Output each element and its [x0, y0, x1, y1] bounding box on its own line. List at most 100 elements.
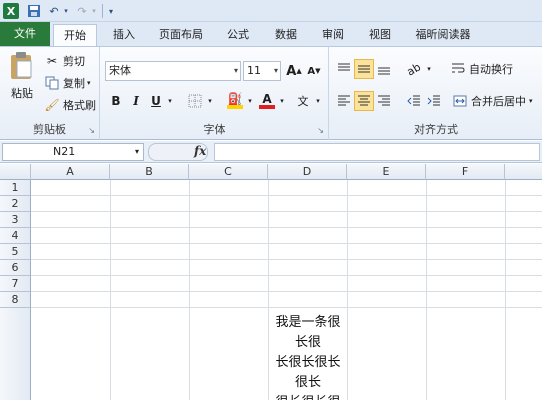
row-header[interactable]: 8: [0, 292, 31, 308]
merge-cells-icon: [452, 93, 468, 109]
alignment-group: ab ▾ 自动换行 合并后居中 ▾ 对齐方式: [330, 47, 542, 140]
insert-function-icon[interactable]: fx: [194, 144, 206, 158]
align-left-icon: [338, 95, 350, 106]
name-box[interactable]: N21 ▾: [2, 143, 144, 161]
cut-button[interactable]: ✂ 剪切: [44, 53, 85, 69]
row-header[interactable]: 5: [0, 244, 31, 260]
customize-qa-icon[interactable]: ▾: [106, 3, 116, 19]
align-top-button[interactable]: [334, 59, 354, 79]
undo-dropdown-icon[interactable]: ▾: [62, 3, 70, 19]
format-painter-label: 格式刷: [63, 99, 96, 112]
column-header[interactable]: [505, 164, 542, 180]
merge-center-button[interactable]: 合并后居中 ▾: [452, 93, 533, 109]
tab-view[interactable]: 视图: [360, 24, 400, 46]
tab-data[interactable]: 数据: [266, 24, 306, 46]
column-header[interactable]: B: [110, 164, 189, 180]
align-top-icon: [338, 63, 350, 71]
font-name-combo[interactable]: 宋体 ▾: [105, 61, 241, 81]
redo-dropdown-icon[interactable]: ▾: [90, 3, 98, 19]
font-size-value: 11: [247, 64, 261, 77]
paste-icon: [11, 52, 32, 79]
tab-review[interactable]: 审阅: [313, 24, 353, 46]
redo-icon[interactable]: ↷: [74, 3, 90, 19]
column-header[interactable]: A: [31, 164, 110, 180]
align-bottom-icon: [378, 67, 390, 75]
paint-bucket-icon: ⛽: [227, 92, 243, 106]
fill-color-button[interactable]: ⛽: [225, 91, 245, 111]
save-icon[interactable]: [26, 3, 42, 19]
row-header[interactable]: 2: [0, 196, 31, 212]
chevron-down-icon: ▾: [273, 66, 278, 75]
tab-insert[interactable]: 插入: [104, 24, 144, 46]
increase-indent-button[interactable]: [424, 91, 444, 111]
row-header[interactable]: 7: [0, 276, 31, 292]
border-button[interactable]: [185, 91, 205, 111]
tab-foxit-reader[interactable]: 福昕阅读器: [408, 24, 478, 46]
alignment-group-title: 对齐方式: [414, 123, 458, 136]
formula-bar: N21 ▾ fx: [0, 141, 542, 163]
align-center-button[interactable]: [354, 91, 374, 111]
excel-logo: X: [3, 3, 19, 19]
worksheet-grid[interactable]: A B C D E F 1 2 3 4 5 6 7 8 我是一条很 长很 长很长…: [0, 164, 542, 400]
grow-font-button[interactable]: A ▲: [285, 61, 303, 81]
underline-button[interactable]: U: [147, 91, 165, 111]
tab-page-layout[interactable]: 页面布局: [152, 24, 210, 46]
tab-formulas[interactable]: 公式: [218, 24, 258, 46]
column-header[interactable]: F: [426, 164, 505, 180]
italic-button[interactable]: I: [127, 91, 145, 111]
phonetic-dropdown-icon[interactable]: ▾: [313, 91, 323, 111]
orientation-dropdown-icon[interactable]: ▾: [424, 59, 434, 79]
row-header[interactable]: 4: [0, 228, 31, 244]
align-middle-icon: [358, 65, 370, 73]
clipboard-group: 粘贴 ✂ 剪切 复制 ▾ 🖌 格式刷 剪贴板 ↘: [0, 47, 100, 140]
tab-home[interactable]: 开始: [53, 24, 97, 46]
decrease-indent-button[interactable]: [404, 91, 424, 111]
select-all-corner[interactable]: [0, 164, 31, 180]
format-painter-button[interactable]: 🖌 格式刷: [44, 97, 96, 113]
align-left-button[interactable]: [334, 91, 354, 111]
undo-icon[interactable]: ↶: [46, 3, 62, 19]
column-header[interactable]: D: [268, 164, 347, 180]
copy-label: 复制: [63, 77, 85, 90]
tab-file[interactable]: 文件: [0, 22, 50, 46]
formula-input[interactable]: [214, 143, 540, 161]
column-header[interactable]: C: [189, 164, 268, 180]
align-bottom-button[interactable]: [374, 59, 394, 79]
wrap-text-icon: [450, 61, 466, 77]
font-group: 宋体 ▾ 11 ▾ A ▲ A ▼ B I U ▾ ▾ ⛽ ▾ A ▾ 文 ▾ 字体: [101, 47, 329, 140]
orientation-button[interactable]: ab: [404, 59, 424, 79]
font-color-dropdown-icon[interactable]: ▾: [277, 91, 287, 111]
border-dropdown-icon[interactable]: ▾: [205, 91, 215, 111]
underline-dropdown-icon[interactable]: ▾: [165, 91, 175, 111]
paste-button[interactable]: 粘贴: [6, 51, 38, 111]
increase-indent-icon: [427, 95, 440, 106]
column-header[interactable]: E: [347, 164, 426, 180]
chevron-down-icon: ▾: [134, 147, 139, 156]
font-size-combo[interactable]: 11 ▾: [243, 61, 281, 81]
merge-dropdown-icon[interactable]: ▾: [529, 97, 533, 105]
align-right-button[interactable]: [374, 91, 394, 111]
row-header[interactable]: 3: [0, 212, 31, 228]
phonetic-button[interactable]: 文: [293, 91, 313, 111]
row-header[interactable]: 6: [0, 260, 31, 276]
font-color-button[interactable]: A: [257, 91, 277, 111]
paintbrush-icon: 🖌: [44, 98, 60, 112]
font-launcher-icon[interactable]: ↘: [317, 126, 324, 135]
fill-color-dropdown-icon[interactable]: ▾: [245, 91, 255, 111]
align-center-icon: [358, 95, 370, 106]
cell-d8-text[interactable]: 我是一条很 长很 长很长很长 很长 很长很长很: [268, 313, 348, 400]
wrap-text-label: 自动换行: [469, 63, 513, 76]
align-right-icon: [378, 95, 390, 106]
bold-button[interactable]: B: [107, 91, 125, 111]
shrink-font-button[interactable]: A ▼: [305, 61, 323, 81]
copy-icon: [44, 75, 60, 91]
wrap-text-button[interactable]: 自动换行: [450, 61, 513, 77]
row-header[interactable]: 1: [0, 180, 31, 196]
clipboard-launcher-icon[interactable]: ↘: [88, 126, 95, 135]
ribbon: 粘贴 ✂ 剪切 复制 ▾ 🖌 格式刷 剪贴板 ↘ 宋体 ▾ 11 ▾ A ▲ A…: [0, 46, 542, 140]
align-middle-button[interactable]: [354, 59, 374, 79]
paste-label: 粘贴: [11, 87, 33, 100]
copy-button[interactable]: 复制 ▾: [44, 75, 91, 91]
copy-dropdown-icon[interactable]: ▾: [87, 79, 91, 87]
borders-icon: [188, 94, 202, 108]
